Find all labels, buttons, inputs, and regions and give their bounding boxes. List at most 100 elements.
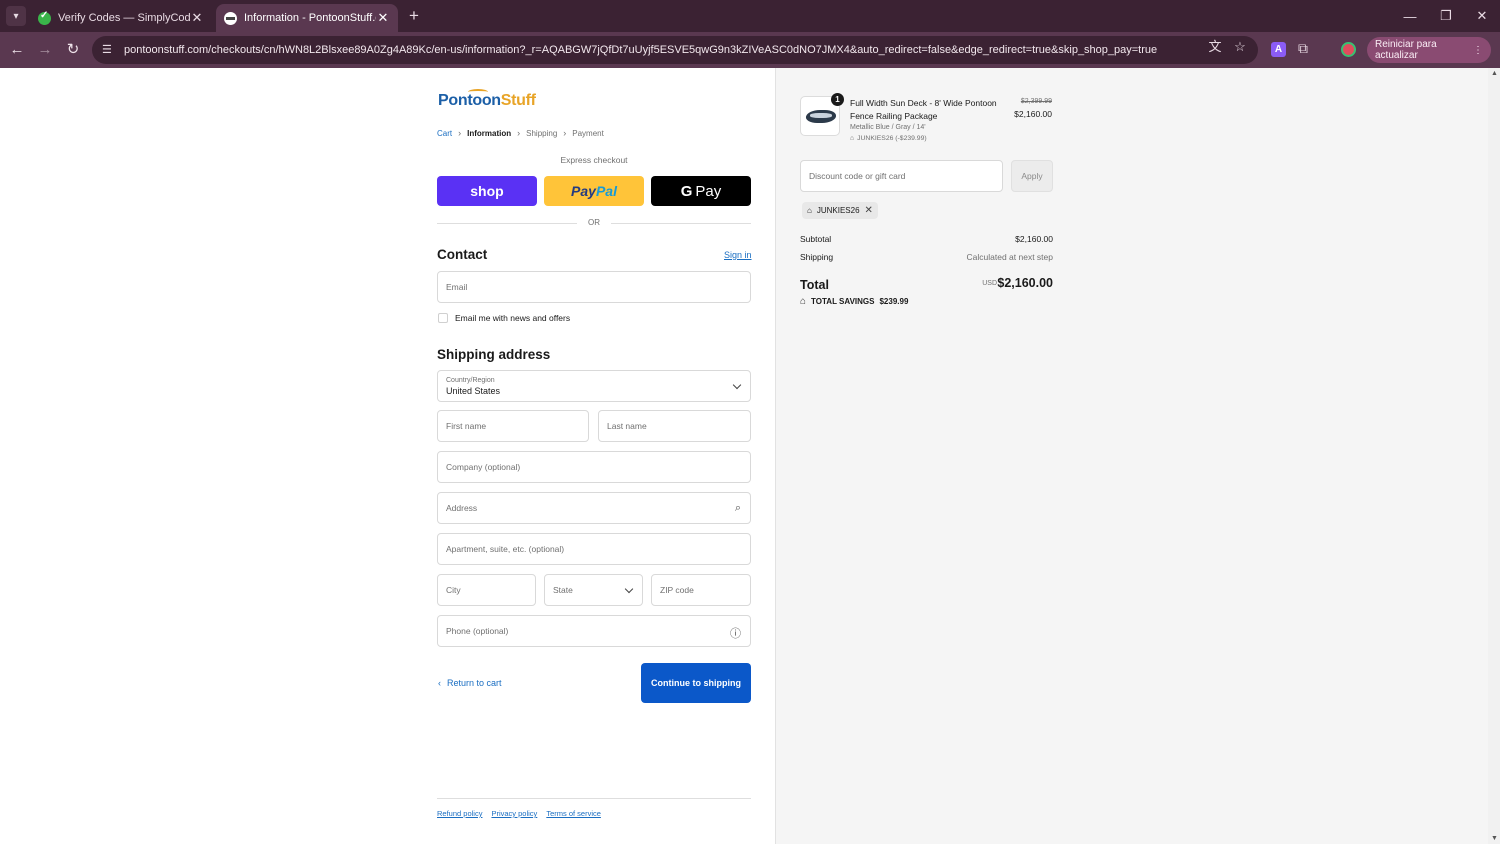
breadcrumb-cart[interactable]: Cart [437, 129, 452, 138]
subtotal-value: $2,160.00 [1015, 234, 1053, 244]
help-circle-icon[interactable]: ⓘ [730, 625, 741, 641]
original-price: $2,399.99 [1020, 98, 1052, 105]
applied-discount-chip: ⌂ JUNKIES26 ✕ [802, 202, 878, 219]
chevron-left-icon: ‹ [438, 678, 441, 688]
checkout-page: PontoonStuff Cart › Information › Shippi… [0, 68, 1500, 844]
last-name-field[interactable]: Last name [598, 410, 751, 442]
address-bar[interactable]: ☰ pontoonstuff.com/checkouts/cn/hWN8L2Bl… [92, 36, 1258, 64]
discounted-price: $2,160.00 [1014, 109, 1052, 119]
total-value: $2,160.00 [997, 276, 1053, 290]
express-checkout-label: Express checkout [560, 155, 628, 165]
newsletter-checkbox[interactable] [438, 313, 448, 323]
tag-icon: ⌂ [800, 296, 807, 307]
contact-heading: Contact [437, 247, 488, 262]
subtotal-row: Subtotal $2,160.00 [800, 234, 1053, 244]
bookmark-star-icon[interactable]: ☆ [1232, 39, 1248, 55]
order-summary: 1 Full Width Sun Deck - 8' Wide Pontoon … [775, 68, 1488, 844]
google-pay-button[interactable]: G Pay [651, 176, 751, 206]
address-field[interactable]: Address ⌕ [437, 492, 751, 524]
shipping-address-heading: Shipping address [437, 347, 551, 362]
logo-wave-icon [468, 89, 488, 95]
refund-policy-link[interactable]: Refund policy [437, 809, 482, 818]
page-scrollbar[interactable]: ▲ ▼ [1488, 68, 1500, 844]
total-savings: ⌂ TOTAL SAVINGS $239.99 [800, 296, 909, 307]
relaunch-update-button[interactable]: Reiniciar para actualizar ⋮ [1367, 37, 1491, 63]
chevron-right-icon: › [563, 128, 567, 138]
phone-field[interactable]: Phone (optional) ⓘ [437, 615, 751, 647]
shipping-value: Calculated at next step [966, 252, 1053, 262]
policy-links: Refund policy Privacy policy Terms of se… [437, 809, 601, 818]
email-field[interactable]: Email [437, 271, 751, 303]
restore-icon[interactable]: ❐ [1428, 0, 1464, 32]
minimize-icon[interactable]: — [1392, 0, 1428, 32]
breadcrumb-shipping: Shipping [526, 128, 558, 138]
browser-toolbar: ← → ↻ ☰ pontoonstuff.com/checkouts/cn/hW… [0, 32, 1500, 68]
chevron-right-icon: › [458, 128, 462, 138]
product-discount: ⌂ JUNKIES26 (-$239.99) [850, 135, 927, 142]
product-name: Full Width Sun Deck - 8' Wide Pontoon Fe… [850, 98, 997, 121]
url-text[interactable]: pontoonstuff.com/checkouts/cn/hWN8L2Blsx… [124, 44, 1184, 56]
extension-a-icon[interactable]: A [1271, 42, 1286, 57]
apartment-field[interactable]: Apartment, suite, etc. (optional) [437, 533, 751, 565]
paypal-button[interactable]: Pay Pal [544, 176, 644, 206]
breadcrumb-information: Information [467, 128, 512, 138]
extensions-puzzle-icon[interactable]: ⧉ [1298, 40, 1308, 57]
breadcrumb-payment: Payment [572, 128, 604, 138]
reload-icon[interactable]: ↻ [63, 40, 83, 60]
zip-code-field[interactable]: ZIP code [651, 574, 751, 606]
footer-divider [437, 798, 751, 799]
site-info-icon[interactable]: ☰ [102, 43, 116, 57]
shop-pay-button[interactable]: shop [437, 176, 537, 206]
browser-tab-simplycodes[interactable]: Verify Codes — SimplyCodes ✕ [30, 4, 212, 32]
apply-button[interactable]: Apply [1011, 160, 1053, 192]
close-window-icon[interactable]: ✕ [1464, 0, 1500, 32]
scroll-down-icon[interactable]: ▼ [1491, 835, 1498, 842]
chevron-down-icon [624, 584, 634, 594]
tab-search-menu-icon[interactable]: ▾ [6, 6, 26, 26]
tag-icon: ⌂ [850, 135, 855, 142]
scroll-up-icon[interactable]: ▲ [1491, 70, 1498, 77]
continue-to-shipping-button[interactable]: Continue to shipping [641, 663, 751, 703]
close-tab-icon[interactable]: ✕ [190, 10, 204, 26]
back-icon[interactable]: ← [7, 40, 27, 60]
remove-discount-icon[interactable]: ✕ [865, 205, 873, 216]
chevron-down-icon [732, 380, 742, 390]
terms-of-service-link[interactable]: Terms of service [546, 809, 601, 818]
return-to-cart-link[interactable]: ‹ Return to cart [438, 678, 502, 688]
tag-icon: ⌂ [807, 206, 812, 215]
more-menu-icon[interactable]: ⋮ [1473, 45, 1483, 56]
pontoonstuff-favicon-icon [224, 11, 237, 25]
currency-label: USD [982, 280, 997, 287]
newsletter-label: Email me with news and offers [455, 313, 571, 323]
checkout-main: PontoonStuff Cart › Information › Shippi… [0, 68, 775, 844]
product-variant: Metallic Blue / Gray / 14' [850, 124, 926, 131]
country-select[interactable]: Country/Region United States [437, 370, 751, 402]
pontoonstuff-logo[interactable]: PontoonStuff [438, 89, 536, 110]
forward-icon[interactable]: → [35, 40, 55, 60]
first-name-field[interactable]: First name [437, 410, 589, 442]
breadcrumb: Cart › Information › Shipping › Payment [437, 128, 604, 138]
privacy-policy-link[interactable]: Privacy policy [491, 809, 537, 818]
city-field[interactable]: City [437, 574, 536, 606]
or-divider: OR [437, 218, 751, 228]
state-select[interactable]: State [544, 574, 643, 606]
newsletter-option[interactable]: Email me with news and offers [438, 313, 570, 323]
tab-title: Verify Codes — SimplyCodes [58, 12, 190, 24]
search-icon: ⌕ [734, 502, 741, 514]
tab-title: Information - PontoonStuff.com [244, 12, 376, 24]
shipping-row: Shipping Calculated at next step [800, 252, 1053, 262]
sign-in-link[interactable]: Sign in [724, 250, 752, 260]
discount-code-input[interactable]: Discount code or gift card [800, 160, 1003, 192]
total-row: Total USD $2,160.00 [800, 276, 1053, 292]
browser-tab-bar: ▾ Verify Codes — SimplyCodes ✕ Informati… [0, 0, 1500, 32]
simplycodes-favicon-icon [38, 10, 51, 25]
browser-tab-pontoonstuff[interactable]: Information - PontoonStuff.com ✕ [216, 4, 398, 32]
translate-icon[interactable]: 文 [1207, 39, 1223, 55]
chevron-right-icon: › [517, 128, 521, 138]
close-tab-icon[interactable]: ✕ [376, 10, 390, 26]
profile-avatar[interactable] [1341, 42, 1356, 57]
quantity-badge: 1 [831, 93, 844, 106]
google-g-icon: G [680, 182, 693, 200]
new-tab-icon[interactable]: + [404, 6, 424, 26]
company-field[interactable]: Company (optional) [437, 451, 751, 483]
